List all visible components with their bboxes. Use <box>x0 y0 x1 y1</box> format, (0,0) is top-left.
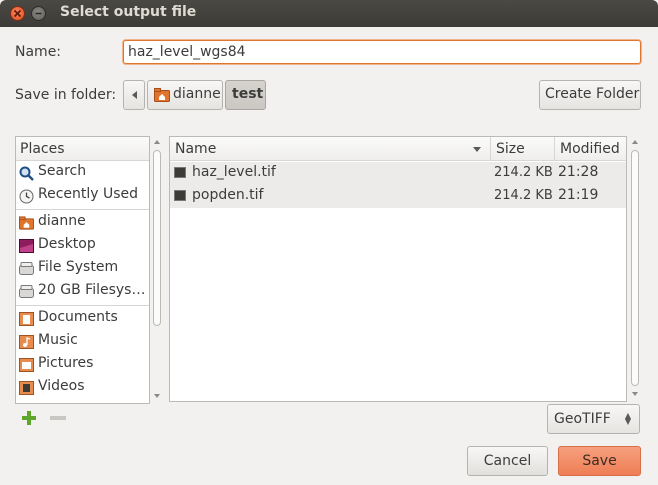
column-label: Modified <box>560 141 620 157</box>
place-item-documents[interactable]: Documents <box>16 308 149 330</box>
file-row[interactable]: haz_level.tif 214.2 KB 21:28 <box>170 162 626 185</box>
place-label: Documents <box>38 309 118 325</box>
places-panel: Places Search Recently Used dianne Deskt… <box>15 136 150 404</box>
breadcrumb-dianne[interactable]: dianne <box>147 80 223 110</box>
place-item-music[interactable]: Music <box>16 331 149 353</box>
title-bar: Select output file <box>0 0 658 27</box>
place-label: Recently Used <box>38 186 139 202</box>
column-header-modified[interactable]: Modified <box>554 137 626 161</box>
places-divider <box>16 209 149 210</box>
place-label: dianne <box>38 213 86 229</box>
places-scrollbar-thumb[interactable] <box>153 150 161 326</box>
home-folder-icon <box>154 88 170 102</box>
file-name: popden.tif <box>192 187 264 203</box>
file-list-panel: Name Size Modified haz_level.tif 214.2 K… <box>169 136 627 402</box>
place-label: Pictures <box>38 355 94 371</box>
pictures-icon <box>19 358 34 372</box>
place-label: Desktop <box>38 236 96 252</box>
path-back-button[interactable] <box>123 80 145 110</box>
name-input[interactable] <box>123 40 641 64</box>
breadcrumb-test[interactable]: test <box>225 80 266 110</box>
file-list-header: Name Size Modified <box>170 137 626 161</box>
scroll-down-icon <box>632 392 638 396</box>
scroll-up-icon <box>154 140 160 144</box>
scroll-up-icon <box>632 140 638 144</box>
image-file-icon <box>174 190 186 201</box>
file-size: 214.2 KB <box>494 188 553 203</box>
drive-icon <box>19 262 34 275</box>
sort-descending-icon <box>473 147 481 152</box>
file-modified: 21:28 <box>558 164 599 180</box>
places-header: Places <box>16 137 149 161</box>
chevron-left-icon <box>132 91 137 99</box>
create-folder-button[interactable]: Create Folder <box>539 80 641 110</box>
place-label: 20 GB Filesys… <box>38 282 146 298</box>
desktop-icon <box>19 239 34 253</box>
close-icon <box>13 9 22 18</box>
file-size: 214.2 KB <box>494 165 553 180</box>
place-item-file-system[interactable]: File System <box>16 258 149 280</box>
spinner-arrows-icon: ▲ ▼ <box>624 411 631 426</box>
file-name: haz_level.tif <box>192 164 276 180</box>
file-type-filter[interactable]: GeoTIFF ▲ ▼ <box>547 404 640 434</box>
place-item-videos[interactable]: Videos <box>16 377 149 399</box>
documents-icon <box>19 312 34 326</box>
search-icon <box>19 166 34 181</box>
place-item-recently-used[interactable]: Recently Used <box>16 185 149 207</box>
breadcrumb-label: dianne <box>173 86 221 102</box>
name-label: Name: <box>15 44 62 60</box>
cancel-button[interactable]: Cancel <box>467 446 548 476</box>
minimize-icon <box>35 12 42 15</box>
file-list-scrollbar[interactable] <box>629 136 641 402</box>
places-divider <box>16 305 149 306</box>
save-button[interactable]: Save <box>558 446 641 476</box>
add-bookmark-button[interactable] <box>22 411 36 425</box>
close-window-button[interactable] <box>10 6 25 21</box>
place-label: Music <box>38 332 78 348</box>
recent-icon <box>19 189 34 204</box>
place-item-pictures[interactable]: Pictures <box>16 354 149 376</box>
place-item-desktop[interactable]: Desktop <box>16 235 149 257</box>
column-header-size[interactable]: Size <box>490 137 554 161</box>
column-label: Name <box>175 141 217 157</box>
place-label: Search <box>38 163 87 179</box>
filter-value: GeoTIFF <box>554 411 611 427</box>
file-list-scrollbar-thumb[interactable] <box>631 150 639 386</box>
save-in-folder-label: Save in folder: <box>15 87 117 103</box>
minimize-window-button[interactable] <box>31 6 46 21</box>
music-icon <box>19 335 34 349</box>
place-item-20gb-filesystem[interactable]: 20 GB Filesys… <box>16 281 149 303</box>
drive-icon <box>19 285 34 298</box>
videos-icon <box>19 381 34 395</box>
scroll-down-icon <box>154 394 160 398</box>
place-label: File System <box>38 259 119 275</box>
image-file-icon <box>174 167 186 178</box>
file-modified: 21:19 <box>558 187 599 203</box>
place-item-dianne[interactable]: dianne <box>16 212 149 234</box>
breadcrumb-label: test <box>232 86 264 102</box>
file-row[interactable]: popden.tif 214.2 KB 21:19 <box>170 185 626 208</box>
remove-bookmark-button[interactable] <box>50 416 66 420</box>
home-folder-icon <box>19 216 34 230</box>
window-title: Select output file <box>60 4 197 20</box>
places-scrollbar[interactable] <box>151 136 163 404</box>
column-header-name[interactable]: Name <box>170 137 490 161</box>
place-label: Videos <box>38 378 85 394</box>
column-label: Size <box>496 141 525 157</box>
place-item-search[interactable]: Search <box>16 162 149 184</box>
